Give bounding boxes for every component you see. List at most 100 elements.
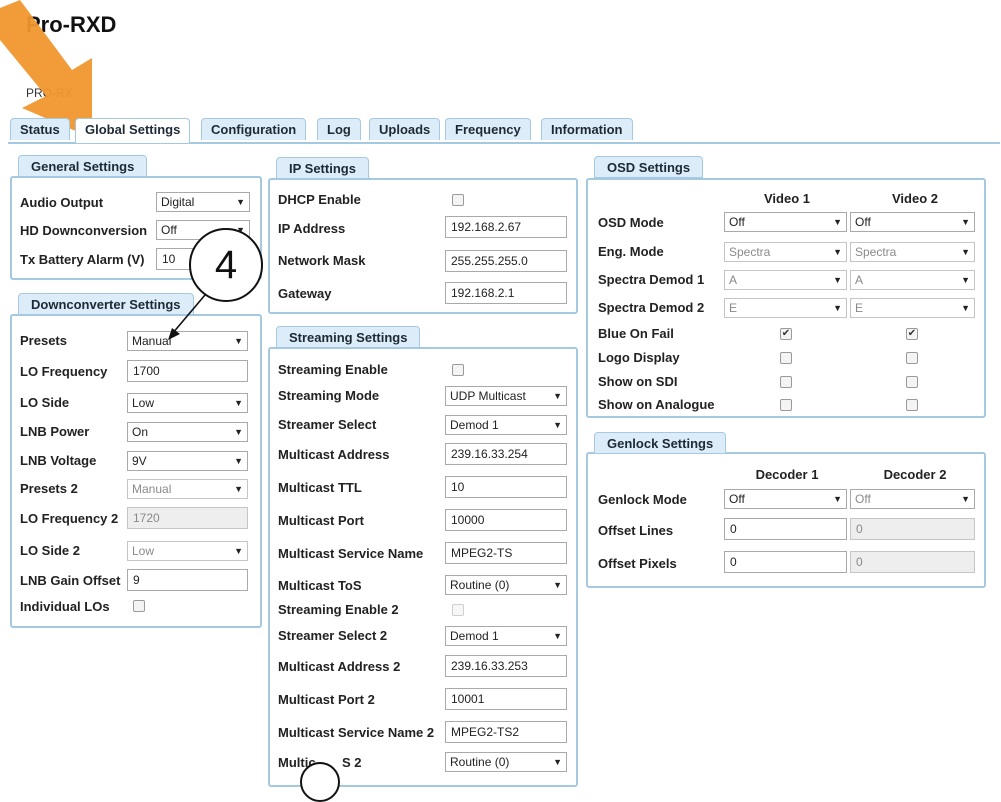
show-on-analogue-label: Show on Analogue (598, 397, 715, 412)
network-mask-label: Network Mask (278, 253, 366, 268)
chevron-down-icon: ▼ (234, 336, 243, 346)
offset-lines-decoder1-input[interactable]: 0 (724, 518, 847, 540)
osd-video2-header: Video 2 (891, 191, 938, 206)
multicast-tos-select[interactable]: Routine (0) ▼ (445, 575, 567, 595)
show-on-analogue-video2-checkbox[interactable] (906, 399, 918, 411)
show-on-sdi-video2-checkbox[interactable] (906, 376, 918, 388)
multicast-service-name-2-input[interactable]: MPEG2-TS2 (445, 721, 567, 743)
osd-mode-video2-select[interactable]: Off ▼ (850, 212, 975, 232)
multicast-port-label: Multicast Port (278, 513, 364, 528)
callout-circle-partial (300, 762, 340, 802)
spectra-demod-1-video2-select: A ▼ (850, 270, 975, 290)
spectra-demod-2-label: Spectra Demod 2 (598, 300, 705, 315)
offset-pixels-decoder2-input: 0 (850, 551, 975, 573)
chevron-down-icon: ▼ (234, 456, 243, 466)
chevron-down-icon: ▼ (961, 217, 970, 227)
multicast-service-name-2-label: Multicast Service Name 2 (278, 725, 435, 740)
blue-on-fail-label: Blue On Fail (598, 326, 674, 341)
offset-lines-decoder2-input: 0 (850, 518, 975, 540)
chevron-down-icon: ▼ (833, 217, 842, 227)
multicast-tos-2-label-end: S 2 (342, 755, 362, 770)
spectra-demod-2-video2-select: E ▼ (850, 298, 975, 318)
genlock-mode-decoder1-select[interactable]: Off ▼ (724, 489, 847, 509)
multicast-port-input[interactable]: 10000 (445, 509, 567, 531)
chevron-down-icon: ▼ (961, 303, 970, 313)
multicast-port-2-input[interactable]: 10001 (445, 688, 567, 710)
osd-video1-header: Video 1 (763, 191, 810, 206)
show-on-sdi-video1-checkbox[interactable] (780, 376, 792, 388)
offset-lines-label: Offset Lines (598, 523, 674, 538)
logo-display-video2-checkbox[interactable] (906, 352, 918, 364)
genlock-mode-decoder2-select[interactable]: Off ▼ (850, 489, 975, 509)
chevron-down-icon: ▼ (961, 494, 970, 504)
streaming-enable-2-checkbox (452, 604, 464, 616)
network-mask-input[interactable]: 255.255.255.0 (445, 250, 567, 272)
hd-downconversion-label: HD Downconversion (20, 223, 148, 238)
chevron-down-icon: ▼ (234, 484, 243, 494)
logo-display-video1-checkbox[interactable] (780, 352, 792, 364)
multicast-service-name-label: Multicast Service Name (278, 546, 424, 561)
tab-status[interactable]: Status (10, 118, 70, 140)
lo-frequency-input[interactable]: 1700 (127, 360, 248, 382)
chevron-down-icon: ▼ (553, 391, 562, 401)
logo-display-label: Logo Display (598, 350, 680, 365)
lnb-voltage-select[interactable]: 9V ▼ (127, 451, 248, 471)
gateway-input[interactable]: 192.168.2.1 (445, 282, 567, 304)
chevron-down-icon: ▼ (553, 631, 562, 641)
general-settings-legend: General Settings (18, 155, 148, 177)
dhcp-enable-checkbox[interactable] (452, 194, 464, 206)
chevron-down-icon: ▼ (553, 757, 562, 767)
lnb-gain-offset-input[interactable]: 9 (127, 569, 248, 591)
osd-mode-label: OSD Mode (598, 215, 664, 230)
streamer-select-label: Streamer Select (278, 417, 377, 432)
presets-select[interactable]: Manual ▼ (127, 331, 248, 351)
chevron-down-icon: ▼ (833, 494, 842, 504)
presets-2-label: Presets 2 (20, 481, 78, 496)
chevron-down-icon: ▼ (961, 275, 970, 285)
blue-on-fail-video1-checkbox[interactable]: ✔ (780, 328, 792, 340)
genlock-decoder2-header: Decoder 2 (883, 467, 947, 482)
streaming-enable-checkbox[interactable] (452, 364, 464, 376)
chevron-down-icon: ▼ (833, 303, 842, 313)
multicast-service-name-input[interactable]: MPEG2-TS (445, 542, 567, 564)
chevron-down-icon: ▼ (961, 247, 970, 257)
streaming-mode-select[interactable]: UDP Multicast ▼ (445, 386, 567, 406)
tab-global-settings[interactable]: Global Settings (75, 118, 191, 143)
streamer-select-2-select[interactable]: Demod 1 ▼ (445, 626, 567, 646)
streamer-select-select[interactable]: Demod 1 ▼ (445, 415, 567, 435)
audio-output-select[interactable]: Digital ▼ (156, 192, 250, 212)
osd-mode-video1-select[interactable]: Off ▼ (724, 212, 847, 232)
show-on-analogue-video1-checkbox[interactable] (780, 399, 792, 411)
chevron-down-icon: ▼ (833, 275, 842, 285)
individual-los-label: Individual LOs (20, 599, 110, 614)
individual-los-checkbox[interactable] (133, 600, 145, 612)
lo-frequency-2-input: 1720 (127, 507, 248, 529)
offset-pixels-decoder1-input[interactable]: 0 (724, 551, 847, 573)
osd-settings-legend: OSD Settings (594, 156, 704, 178)
lo-side-2-label: LO Side 2 (20, 543, 80, 558)
tab-configuration[interactable]: Configuration (201, 118, 307, 140)
lo-frequency-2-label: LO Frequency 2 (20, 511, 119, 526)
genlock-mode-label: Genlock Mode (598, 492, 687, 507)
multicast-address-label: Multicast Address (278, 447, 390, 462)
lnb-voltage-label: LNB Voltage (20, 453, 97, 468)
spectra-demod-1-label: Spectra Demod 1 (598, 272, 705, 287)
multicast-tos-2-select[interactable]: Routine (0) ▼ (445, 752, 567, 772)
blue-on-fail-video2-checkbox[interactable]: ✔ (906, 328, 918, 340)
lnb-power-select[interactable]: On ▼ (127, 422, 248, 442)
multicast-address-input[interactable]: 239.16.33.254 (445, 443, 567, 465)
chevron-down-icon: ▼ (553, 580, 562, 590)
ip-address-input[interactable]: 192.168.2.67 (445, 216, 567, 238)
tab-uploads[interactable]: Uploads (369, 118, 441, 140)
multicast-ttl-label: Multicast TTL (278, 480, 362, 495)
tab-log[interactable]: Log (317, 118, 361, 140)
tab-frequency[interactable]: Frequency (445, 118, 531, 140)
lo-side-select[interactable]: Low ▼ (127, 393, 248, 413)
multicast-ttl-input[interactable]: 10 (445, 476, 567, 498)
streaming-mode-label: Streaming Mode (278, 388, 380, 403)
multicast-address-2-input[interactable]: 239.16.33.253 (445, 655, 567, 677)
lnb-gain-offset-label: LNB Gain Offset (20, 573, 121, 588)
presets-2-select: Manual ▼ (127, 479, 248, 499)
multicast-address-2-label: Multicast Address 2 (278, 659, 401, 674)
tab-information[interactable]: Information (541, 118, 633, 140)
